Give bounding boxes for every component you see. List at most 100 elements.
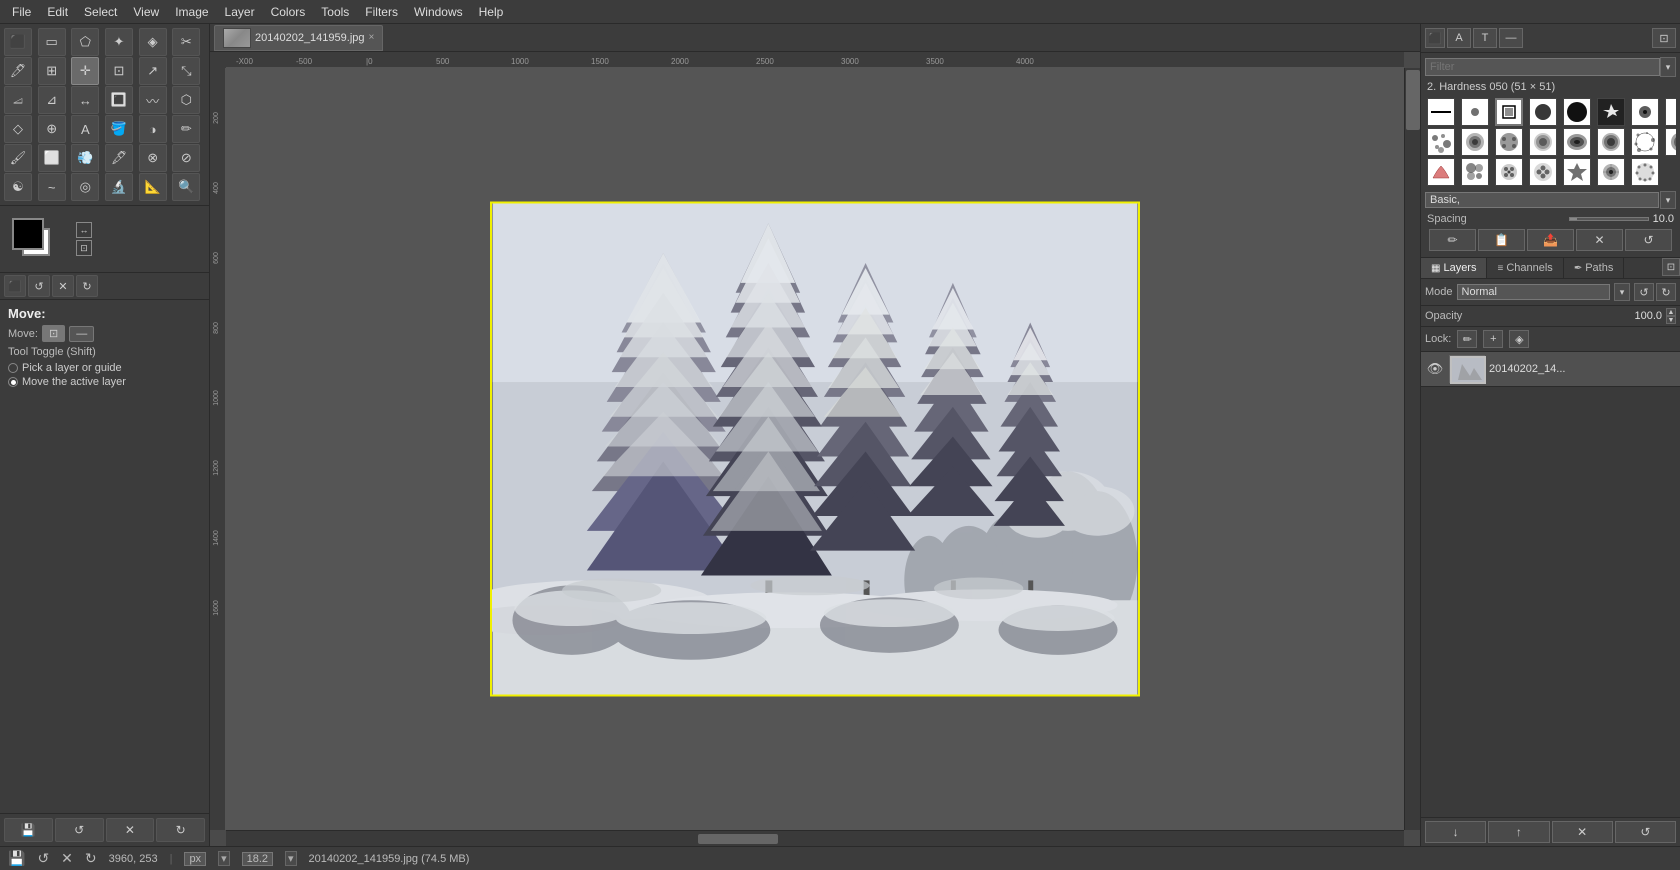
- brush-export-btn[interactable]: 📤: [1527, 229, 1574, 251]
- new-file-icon[interactable]: ⬛: [4, 28, 32, 56]
- delete-status-btn[interactable]: ✕: [61, 850, 73, 867]
- save-to-image-btn[interactable]: 💾: [4, 818, 53, 842]
- brush-item-12[interactable]: [1529, 128, 1557, 156]
- brush-duplicate-btn[interactable]: 📋: [1478, 229, 1525, 251]
- reset-colors-btn[interactable]: ⊡: [76, 240, 92, 256]
- unified-transform-icon[interactable]: ⬡: [172, 86, 200, 114]
- delete-extra-icon[interactable]: ✕: [52, 275, 74, 297]
- zoom-tool-icon[interactable]: 🔍: [172, 173, 200, 201]
- lock-position-btn[interactable]: ◈: [1509, 330, 1529, 348]
- move-layer-btn[interactable]: ⊡: [42, 325, 65, 342]
- layer-redo-btn[interactable]: ↻: [1656, 283, 1676, 301]
- brush-item-20[interactable]: [1529, 158, 1557, 186]
- redo-status-btn[interactable]: ↻: [85, 850, 97, 867]
- brush-item-10[interactable]: [1461, 128, 1489, 156]
- opacity-spin-up[interactable]: ▲: [1666, 308, 1676, 316]
- menu-image[interactable]: Image: [167, 3, 216, 21]
- brush-item-13[interactable]: [1563, 128, 1591, 156]
- scissors-select-icon[interactable]: ✂: [172, 28, 200, 56]
- warp-transform-icon[interactable]: 〰: [139, 86, 167, 114]
- expand-panel-btn[interactable]: ⊡: [1652, 28, 1676, 48]
- delete-btn[interactable]: ✕: [106, 818, 155, 842]
- airbrush-icon[interactable]: 💨: [71, 144, 99, 172]
- brush-item-2[interactable]: [1461, 98, 1489, 126]
- heal-icon[interactable]: ⊘: [172, 144, 200, 172]
- layer-new-btn[interactable]: ↓: [1425, 821, 1486, 843]
- menu-tools[interactable]: Tools: [313, 3, 357, 21]
- brush-item-19[interactable]: [1495, 158, 1523, 186]
- lock-pixels-btn[interactable]: ✏: [1457, 330, 1477, 348]
- brush-item-15[interactable]: [1631, 128, 1659, 156]
- layer-delete-btn[interactable]: ↺: [1615, 821, 1676, 843]
- menu-file[interactable]: File: [4, 3, 39, 21]
- paths-tab[interactable]: ✒ Paths: [1564, 258, 1625, 278]
- foreground-select-icon[interactable]: 🖊: [4, 57, 32, 85]
- menu-select[interactable]: Select: [76, 3, 125, 21]
- swap-colors-btn[interactable]: ↔: [76, 222, 92, 238]
- mode-dropdown-arrow[interactable]: ▾: [1614, 283, 1630, 301]
- pattern-view-btn[interactable]: ⬛: [1425, 28, 1445, 48]
- channels-tab[interactable]: ≡ Channels: [1487, 258, 1563, 278]
- text-tool-icon[interactable]: A: [71, 115, 99, 143]
- brush-item-23[interactable]: [1631, 158, 1659, 186]
- brush-refresh-btn[interactable]: ↺: [1625, 229, 1672, 251]
- crop-tool-icon[interactable]: ⊡: [105, 57, 133, 85]
- rotate-icon[interactable]: ↗: [139, 57, 167, 85]
- brush-preset-select[interactable]: Basic,: [1425, 192, 1659, 208]
- canvas-tab[interactable]: 20140202_141959.jpg ×: [214, 25, 383, 51]
- smudge-icon[interactable]: ~: [38, 173, 66, 201]
- redo-extra-icon[interactable]: ↻: [76, 275, 98, 297]
- fuzzy-select-icon[interactable]: ✦: [105, 28, 133, 56]
- eraser-icon[interactable]: ⬜: [38, 144, 66, 172]
- type-btn[interactable]: T: [1473, 28, 1497, 48]
- layer-undo-btn[interactable]: ↺: [1634, 283, 1654, 301]
- menu-layer[interactable]: Layer: [217, 3, 263, 21]
- lock-alpha-btn[interactable]: +: [1483, 330, 1503, 348]
- layer-row-0[interactable]: 👁 20140202_14...: [1421, 352, 1680, 387]
- blur-sharpen-icon[interactable]: ◎: [71, 173, 99, 201]
- brush-edit-btn[interactable]: ✏: [1429, 229, 1476, 251]
- brush-item-11[interactable]: [1495, 128, 1523, 156]
- scrollbar-vertical[interactable]: [1404, 68, 1420, 830]
- cage-transform-icon[interactable]: 🔳: [105, 86, 133, 114]
- brush-item-3[interactable]: [1495, 98, 1523, 126]
- selection-rect-icon[interactable]: ▭: [38, 28, 66, 56]
- brush-item-16[interactable]: [1665, 128, 1676, 156]
- layer-visibility-toggle[interactable]: 👁: [1425, 359, 1445, 379]
- menu-edit[interactable]: Edit: [39, 3, 76, 21]
- opacity-spin-down[interactable]: ▼: [1666, 316, 1676, 324]
- perspective-icon[interactable]: ⊿: [38, 86, 66, 114]
- brush-filter-arrow[interactable]: ▾: [1660, 57, 1676, 77]
- clone-icon[interactable]: ⊗: [139, 144, 167, 172]
- brush-item-18[interactable]: [1461, 158, 1489, 186]
- foreground-color-swatch[interactable]: [12, 218, 44, 250]
- layers-panel-close-btn[interactable]: ⊡: [1662, 258, 1680, 276]
- brush-filter-input[interactable]: [1425, 58, 1660, 76]
- brush-item-6[interactable]: [1597, 98, 1625, 126]
- brush-item-4[interactable]: [1529, 98, 1557, 126]
- move-path-btn[interactable]: —: [69, 326, 94, 342]
- undo-history-btn[interactable]: ↺: [55, 818, 104, 842]
- paintbrush-icon[interactable]: 🖌: [4, 144, 32, 172]
- save-to-disk-icon[interactable]: 💾: [8, 850, 25, 867]
- status-unit-arrow[interactable]: ▾: [218, 851, 230, 866]
- dash-btn[interactable]: —: [1499, 28, 1523, 48]
- tab-close-btn[interactable]: ×: [369, 32, 375, 43]
- handle-transform-icon[interactable]: ◇: [4, 115, 32, 143]
- paths-icon[interactable]: ⊕: [38, 115, 66, 143]
- free-select-icon[interactable]: ⬠: [71, 28, 99, 56]
- layer-raise-btn[interactable]: ↑: [1488, 821, 1549, 843]
- layer-lower-btn[interactable]: ✕: [1552, 821, 1613, 843]
- undo-status-btn[interactable]: ↺: [37, 850, 49, 867]
- menu-colors[interactable]: Colors: [263, 3, 314, 21]
- select-color-icon[interactable]: ◈: [139, 28, 167, 56]
- spacing-slider[interactable]: [1569, 217, 1649, 221]
- ink-icon[interactable]: 🖋: [105, 144, 133, 172]
- scrollbar-horizontal[interactable]: [226, 830, 1404, 846]
- brush-item-14[interactable]: [1597, 128, 1625, 156]
- move-tool-icon active[interactable]: ✛: [71, 57, 99, 85]
- blend-tool-icon[interactable]: ◑: [139, 115, 167, 143]
- flip-icon[interactable]: ↔: [71, 86, 99, 114]
- brush-item-7[interactable]: [1631, 98, 1659, 126]
- menu-view[interactable]: View: [125, 3, 167, 21]
